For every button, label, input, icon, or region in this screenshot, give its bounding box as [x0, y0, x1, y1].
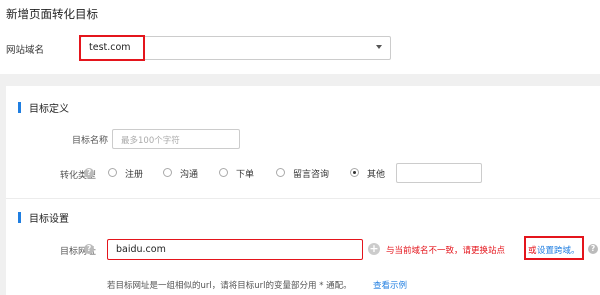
radio-button[interactable] — [108, 168, 117, 177]
radio-button[interactable] — [163, 168, 172, 177]
page-title: 新增页面转化目标 — [6, 7, 98, 21]
target-name-input[interactable]: 最多100个字符 — [112, 129, 240, 149]
radio-button[interactable] — [276, 168, 285, 177]
target-name-placeholder: 最多100个字符 — [121, 136, 180, 146]
section-title-settings: 目标设置 — [29, 214, 69, 225]
radio-button[interactable] — [219, 168, 228, 177]
radio-label[interactable]: 注册 — [125, 167, 143, 180]
radio-label[interactable]: 留言咨询 — [293, 167, 329, 180]
domain-mismatch-error: 与当前域名不一致，请更换站点 — [386, 246, 506, 256]
help-icon[interactable]: ? — [84, 168, 94, 178]
other-type-input[interactable] — [396, 163, 482, 183]
view-example-link[interactable]: 查看示例 — [373, 279, 407, 291]
main-panel — [6, 86, 600, 295]
cross-domain-highlight-box — [524, 236, 584, 260]
radio-label[interactable]: 下单 — [236, 167, 254, 180]
add-icon[interactable]: + — [368, 243, 380, 255]
wildcard-hint: 若目标网址是一组相似的url，请将目标url的变量部分用 * 通配。 — [107, 281, 352, 291]
target-name-label: 目标名称 — [71, 136, 108, 146]
section-title-definition: 目标定义 — [29, 104, 69, 115]
domain-highlight-box — [79, 35, 145, 61]
section-marker — [18, 212, 21, 223]
section-divider — [6, 198, 600, 199]
chevron-down-icon[interactable] — [376, 45, 382, 49]
target-url-value: baidu.com — [116, 244, 166, 255]
domain-label: 网站域名 — [6, 45, 45, 56]
target-url-input[interactable]: baidu.com — [107, 239, 363, 260]
help-icon[interactable]: ? — [84, 244, 94, 254]
radio-label[interactable]: 其他 — [367, 167, 385, 180]
radio-label[interactable]: 沟通 — [180, 167, 198, 180]
section-marker — [18, 102, 21, 113]
radio-button[interactable] — [350, 168, 359, 177]
help-icon[interactable]: ? — [588, 244, 598, 254]
